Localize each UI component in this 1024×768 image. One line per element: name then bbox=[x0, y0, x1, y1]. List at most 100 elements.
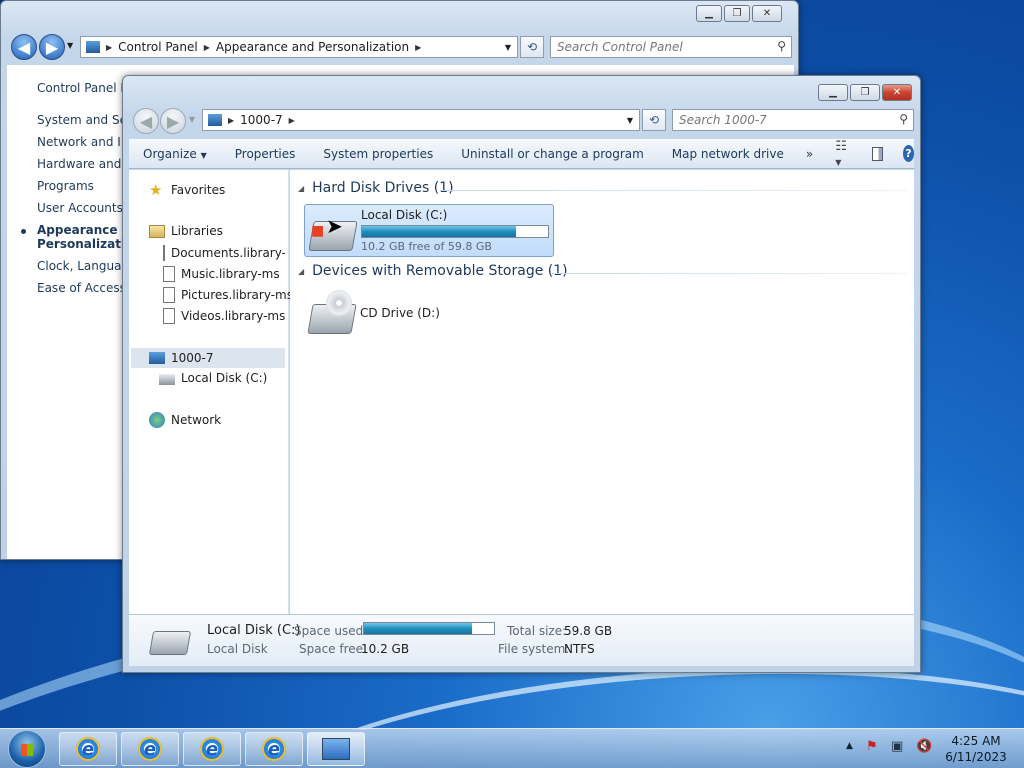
space-free-value: 10.2 GB bbox=[361, 642, 410, 656]
explorer-window[interactable]: ▁ ❐ ✕ ◀ ▶ ▼ ▶ 1000-7 ▶ ▼ ⟲ Search 1000-7… bbox=[122, 75, 921, 673]
file-icon bbox=[163, 308, 175, 324]
collapse-icon[interactable]: ◢ bbox=[298, 267, 304, 276]
back-button[interactable]: ◀ bbox=[133, 108, 159, 134]
explorer-refresh-button[interactable]: ⟲ bbox=[642, 109, 666, 131]
minimize-button[interactable]: ▁ bbox=[696, 5, 722, 22]
content-area: ◢ Hard Disk Drives (1) ■ Local Disk (C:) … bbox=[290, 170, 914, 614]
ie-icon: e bbox=[138, 737, 162, 761]
cp-search-input[interactable]: Search Control Panel ⚲ bbox=[550, 36, 792, 58]
control-panel-icon bbox=[86, 41, 100, 53]
clock-time[interactable]: 4:25 AM bbox=[936, 734, 1016, 748]
nav-library-pictures[interactable]: Pictures.library-ms bbox=[163, 287, 293, 303]
forward-button[interactable]: ▶ bbox=[39, 34, 65, 60]
maximize-button[interactable]: ❐ bbox=[850, 84, 880, 101]
windows-logo-icon: ■ bbox=[19, 739, 35, 758]
computer-icon bbox=[208, 114, 222, 126]
network-icon bbox=[149, 412, 165, 428]
command-bar: Organize ▼ Properties System properties … bbox=[129, 139, 914, 169]
current-category-bullet bbox=[21, 229, 26, 234]
preview-pane-icon[interactable] bbox=[871, 146, 883, 161]
view-options-icon[interactable]: ☷ ▼ bbox=[835, 139, 849, 169]
cp-crumb-2[interactable]: Appearance and Personalization bbox=[216, 40, 409, 54]
windows-logo-icon: ■ bbox=[311, 223, 325, 239]
cp-link-home[interactable]: Control Panel H bbox=[37, 81, 129, 95]
clock-date[interactable]: 6/11/2023 bbox=[936, 750, 1016, 764]
taskbar-ie-3[interactable]: e bbox=[183, 732, 241, 766]
collapse-icon[interactable]: ◢ bbox=[298, 184, 304, 193]
taskbar-ie-4[interactable]: e bbox=[245, 732, 303, 766]
cd-icon bbox=[326, 290, 352, 316]
explorer-search-input[interactable]: Search 1000-7 ⚲ bbox=[672, 109, 914, 131]
ie-icon: e bbox=[76, 737, 100, 761]
network-status-icon[interactable]: ▣ bbox=[891, 739, 903, 754]
system-properties-button[interactable]: System properties bbox=[309, 147, 447, 161]
drive-icon bbox=[159, 374, 175, 385]
cp-link-hardware[interactable]: Hardware and Sc bbox=[37, 157, 129, 171]
start-button[interactable]: ■ bbox=[8, 730, 46, 768]
map-network-drive-button[interactable]: Map network drive bbox=[658, 147, 798, 161]
drive-d-tile[interactable]: CD Drive (D:) bbox=[304, 286, 554, 338]
address-dropdown-icon[interactable]: ▼ bbox=[505, 43, 511, 52]
maximize-button[interactable]: ❐ bbox=[724, 5, 750, 22]
nav-favorites[interactable]: ★ Favorites bbox=[149, 182, 225, 198]
taskbar-explorer[interactable] bbox=[307, 732, 365, 766]
nav-libraries[interactable]: Libraries bbox=[149, 224, 223, 238]
organize-button[interactable]: Organize ▼ bbox=[129, 147, 221, 161]
taskbar-ie-2[interactable]: e bbox=[121, 732, 179, 766]
close-button[interactable]: ✕ bbox=[752, 5, 782, 22]
cp-link-personalization[interactable]: Personalization bbox=[37, 237, 129, 251]
file-system-label: File system: bbox=[498, 642, 570, 656]
cp-refresh-button[interactable]: ⟲ bbox=[520, 36, 544, 58]
details-usage-bar bbox=[363, 622, 495, 635]
group-header-removable[interactable]: ◢ Devices with Removable Storage (1) bbox=[298, 263, 568, 279]
recent-pages-icon[interactable]: ▼ bbox=[67, 41, 73, 50]
nav-local-disk[interactable]: Local Disk (C:) bbox=[159, 370, 267, 385]
back-button[interactable]: ◀ bbox=[11, 34, 37, 60]
caption-buttons: ▁ ❐ ✕ bbox=[816, 84, 912, 101]
cp-link-network[interactable]: Network and Int bbox=[37, 135, 129, 149]
cp-address-bar[interactable]: ▶ Control Panel ▶ Appearance and Persona… bbox=[80, 36, 518, 58]
forward-button[interactable]: ▶ bbox=[160, 108, 186, 134]
cp-link-appearance[interactable]: Appearance and bbox=[37, 223, 129, 237]
group-divider bbox=[440, 190, 908, 191]
details-type: Local Disk bbox=[207, 642, 268, 656]
file-icon bbox=[163, 266, 175, 282]
drive-c-usage-fill bbox=[362, 226, 517, 237]
volume-muted-icon[interactable]: 🔇 bbox=[916, 739, 932, 754]
star-icon: ★ bbox=[149, 181, 163, 199]
mouse-cursor-icon: ➤ bbox=[326, 214, 343, 238]
nav-network[interactable]: Network bbox=[149, 412, 221, 428]
group-header-hdd[interactable]: ◢ Hard Disk Drives (1) bbox=[298, 180, 454, 196]
cp-link-users[interactable]: User Accounts bbox=[37, 201, 129, 215]
more-commands-button[interactable]: » bbox=[798, 147, 821, 161]
close-button[interactable]: ✕ bbox=[882, 84, 912, 101]
file-icon bbox=[163, 287, 175, 303]
taskbar: ■ e e e e ▲ ⚑ ▣ 🔇 4:25 AM 6/11/2023 bbox=[0, 728, 1024, 768]
file-system-value: NTFS bbox=[564, 642, 595, 656]
cp-crumb-1[interactable]: Control Panel bbox=[118, 40, 198, 54]
nav-library-music[interactable]: Music.library-ms bbox=[163, 266, 280, 282]
nav-computer[interactable]: 1000-7 bbox=[131, 348, 285, 368]
cp-link-system[interactable]: System and Secu bbox=[37, 113, 129, 127]
help-icon[interactable]: ? bbox=[902, 145, 914, 162]
cp-link-ease[interactable]: Ease of Access bbox=[37, 281, 129, 295]
drive-icon bbox=[148, 631, 192, 655]
nav-library-documents[interactable]: Documents.library-ms bbox=[163, 245, 285, 261]
recent-pages-icon[interactable]: ▼ bbox=[189, 115, 195, 124]
ie-icon: e bbox=[200, 737, 224, 761]
explorer-crumb-1[interactable]: 1000-7 bbox=[240, 113, 283, 127]
cp-link-clock[interactable]: Clock, Language bbox=[37, 259, 129, 273]
drive-c-usage-bar bbox=[361, 225, 549, 238]
properties-button[interactable]: Properties bbox=[221, 147, 310, 161]
minimize-button[interactable]: ▁ bbox=[818, 84, 848, 101]
explorer-address-bar[interactable]: ▶ 1000-7 ▶ ▼ bbox=[202, 109, 640, 131]
action-center-icon[interactable]: ⚑ bbox=[866, 739, 878, 754]
cp-link-programs[interactable]: Programs bbox=[37, 179, 129, 193]
taskbar-ie-1[interactable]: e bbox=[59, 732, 117, 766]
show-hidden-icons-icon[interactable]: ▲ bbox=[846, 741, 853, 751]
library-icon bbox=[149, 224, 165, 238]
drive-c-free-text: 10.2 GB free of 59.8 GB bbox=[361, 240, 492, 253]
nav-library-videos[interactable]: Videos.library-ms bbox=[163, 308, 285, 324]
uninstall-button[interactable]: Uninstall or change a program bbox=[447, 147, 658, 161]
address-dropdown-icon[interactable]: ▼ bbox=[627, 116, 633, 125]
